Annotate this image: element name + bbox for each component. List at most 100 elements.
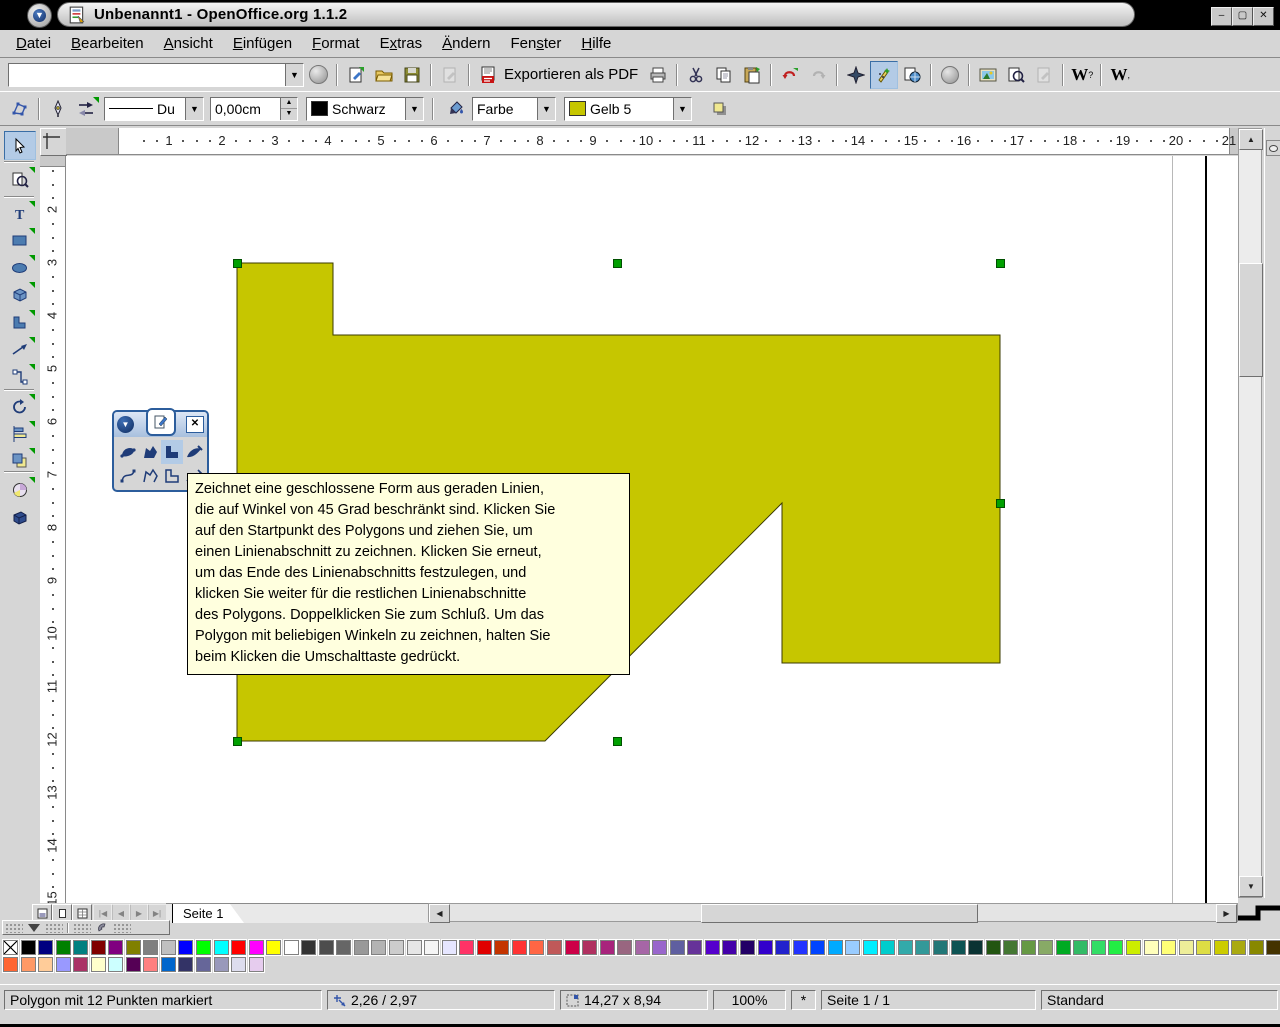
- menu-extras[interactable]: Extras: [370, 31, 433, 57]
- line-width-input[interactable]: 0,00cm ▲▼: [210, 97, 298, 121]
- menu-einfügen[interactable]: Einfügen: [223, 31, 302, 57]
- color-swatch[interactable]: [1179, 940, 1194, 955]
- color-swatch[interactable]: [1161, 940, 1176, 955]
- fill-style-dropdown-icon[interactable]: ▼: [537, 98, 555, 120]
- color-swatch[interactable]: [1144, 940, 1159, 955]
- ellipse-tool[interactable]: [4, 253, 36, 282]
- edit-points-icon[interactable]: [6, 95, 34, 123]
- color-swatch[interactable]: [249, 940, 264, 955]
- line-style-dropdown-icon[interactable]: ▼: [185, 98, 203, 120]
- url-dropdown-icon[interactable]: ▼: [285, 64, 303, 86]
- color-swatch[interactable]: [880, 940, 895, 955]
- curve-tool[interactable]: [117, 464, 139, 488]
- color-swatch[interactable]: [635, 940, 650, 955]
- selection-handle[interactable]: [613, 259, 622, 268]
- option-points-icon[interactable]: [113, 923, 131, 933]
- color-swatch[interactable]: [196, 940, 211, 955]
- menu-fenster[interactable]: Fenster: [500, 31, 571, 57]
- option-magnet-icon[interactable]: [93, 923, 111, 933]
- select-tool[interactable]: [4, 131, 36, 160]
- color-swatch[interactable]: [3, 957, 18, 972]
- color-swatch[interactable]: [231, 957, 246, 972]
- color-swatch[interactable]: [424, 940, 439, 955]
- url-combobox[interactable]: ▼: [8, 63, 304, 87]
- hyperlink-globe-icon[interactable]: [898, 61, 926, 89]
- connector-tool[interactable]: [4, 362, 36, 391]
- color-swatch[interactable]: [196, 957, 211, 972]
- color-swatch[interactable]: [793, 940, 808, 955]
- line-pen-icon[interactable]: [44, 95, 72, 123]
- selection-handle[interactable]: [613, 737, 622, 746]
- line-width-spinner[interactable]: ▲▼: [280, 98, 297, 120]
- scroll-up-icon[interactable]: ▲: [1239, 129, 1263, 150]
- color-swatch[interactable]: [371, 940, 386, 955]
- menu-bearbeiten[interactable]: Bearbeiten: [61, 31, 154, 57]
- paste-button[interactable]: [738, 61, 766, 89]
- color-swatch[interactable]: [407, 940, 422, 955]
- color-swatch[interactable]: [214, 940, 229, 955]
- color-swatch[interactable]: [91, 940, 106, 955]
- color-swatch[interactable]: [968, 940, 983, 955]
- minimize-button[interactable]: –: [1211, 7, 1232, 26]
- color-swatch[interactable]: [38, 940, 53, 955]
- scroll-down-icon[interactable]: ▼: [1239, 876, 1263, 897]
- color-swatch[interactable]: [301, 940, 316, 955]
- polygon45-tool[interactable]: [161, 464, 183, 488]
- curve-tool[interactable]: [4, 308, 36, 337]
- shadow-icon[interactable]: [706, 95, 734, 123]
- color-swatch[interactable]: [21, 957, 36, 972]
- color-swatch[interactable]: [143, 940, 158, 955]
- floating-toolbar-close-icon[interactable]: ✕: [186, 416, 204, 433]
- menu-hilfe[interactable]: Hilfe: [571, 31, 621, 57]
- scroll-right-icon[interactable]: ▶: [1216, 904, 1237, 923]
- selection-handle[interactable]: [233, 259, 242, 268]
- color-swatch[interactable]: [617, 940, 632, 955]
- print-button[interactable]: [644, 61, 672, 89]
- color-swatch[interactable]: [319, 940, 334, 955]
- vertical-scroll-thumb[interactable]: [1239, 263, 1263, 377]
- status-page-cell[interactable]: Seite 1 / 1: [821, 990, 1036, 1010]
- option-guides-icon[interactable]: [45, 923, 63, 933]
- color-swatch[interactable]: [494, 940, 509, 955]
- fill-style-select[interactable]: Farbe ▼: [472, 97, 556, 121]
- status-template-cell[interactable]: Standard: [1041, 990, 1278, 1010]
- spin-down-icon[interactable]: ▼: [281, 109, 297, 120]
- color-swatch[interactable]: [1003, 940, 1018, 955]
- horizontal-scrollbar[interactable]: ◀ ▶: [428, 903, 1238, 922]
- color-swatch[interactable]: [336, 940, 351, 955]
- color-swatch[interactable]: [933, 940, 948, 955]
- color-swatch[interactable]: [845, 940, 860, 955]
- floating-toolbar-grip[interactable]: [146, 408, 176, 436]
- wand-toggle-icon[interactable]: [870, 61, 898, 89]
- alignment-tool[interactable]: [4, 419, 36, 448]
- color-swatch[interactable]: [126, 940, 141, 955]
- line-style-select[interactable]: Du ▼: [104, 97, 204, 121]
- status-position-cell[interactable]: 2,26 / 2,97: [327, 990, 555, 1010]
- cut-button[interactable]: [682, 61, 710, 89]
- insert-object-tool[interactable]: [4, 502, 36, 531]
- color-swatch[interactable]: [442, 940, 457, 955]
- new-document-button[interactable]: [342, 61, 370, 89]
- color-swatch[interactable]: [828, 940, 843, 955]
- color-swatch[interactable]: [758, 940, 773, 955]
- color-swatch[interactable]: [108, 940, 123, 955]
- gallery-icon[interactable]: [974, 61, 1002, 89]
- vertical-ruler[interactable]: 23456789101112131415: [40, 156, 66, 905]
- selection-handle[interactable]: [996, 499, 1005, 508]
- color-swatch[interactable]: [1249, 940, 1264, 955]
- color-swatch[interactable]: [775, 940, 790, 955]
- option-snap-icon[interactable]: [25, 923, 43, 933]
- color-swatch[interactable]: [214, 957, 229, 972]
- color-swatch[interactable]: [810, 940, 825, 955]
- color-swatch[interactable]: [529, 940, 544, 955]
- splitter-show-icon[interactable]: [1266, 140, 1280, 156]
- color-swatch[interactable]: [56, 957, 71, 972]
- option-grid-icon[interactable]: [5, 923, 23, 933]
- color-swatch[interactable]: [73, 940, 88, 955]
- export-pdf-label[interactable]: Exportieren als PDF: [504, 66, 638, 83]
- lines-arrows-tool[interactable]: [4, 335, 36, 364]
- freeform-filled-tool[interactable]: [183, 440, 205, 464]
- zoom-tool[interactable]: [4, 165, 36, 194]
- page-tab-seite-1[interactable]: Seite 1: [172, 904, 244, 923]
- undo-button[interactable]: [776, 61, 804, 89]
